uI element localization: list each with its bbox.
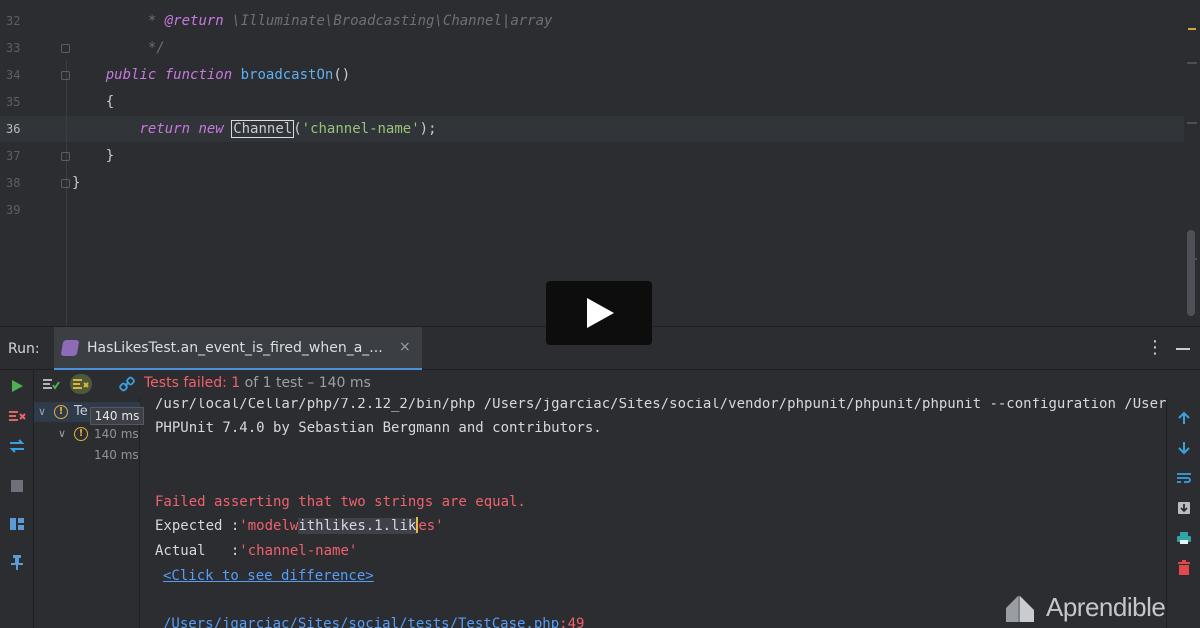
editor-scrollbar[interactable] xyxy=(1187,230,1195,316)
test-status-row: Tests failed: 1 of 1 test – 140 ms xyxy=(34,370,1166,398)
fold-marker-icon[interactable] xyxy=(61,152,70,161)
run-left-toolbar xyxy=(0,370,34,628)
line-number: 38 xyxy=(6,176,21,190)
chevron-down-icon[interactable]: ∨ xyxy=(38,405,46,418)
play-icon[interactable] xyxy=(7,376,27,396)
highlighted-class-name[interactable]: Channel xyxy=(231,120,295,138)
warning-marker[interactable] xyxy=(1188,28,1196,30)
run-tab-label: HasLikesTest.an_event_is_fired_when_a_..… xyxy=(87,340,383,356)
tree-item-leaf[interactable]: 140 ms xyxy=(34,445,140,465)
chevron-down-icon[interactable]: ∨ xyxy=(58,427,66,440)
code-line-36[interactable]: return new Channel('channel-name'); xyxy=(72,116,437,142)
console-failure-message: Failed asserting that two strings are eq… xyxy=(155,494,526,510)
line-number: 33 xyxy=(6,41,21,55)
tree-item-label: Te xyxy=(74,404,88,419)
stack-trace-link[interactable]: /Users/jgarciac/Sites/social/tests/TestC… xyxy=(163,614,584,628)
tree-item-root[interactable]: ∨ ! Te 140 ms xyxy=(34,402,144,425)
tree-item-duration: 140 ms xyxy=(94,448,139,462)
console-expected-line: Expected :'modelwithlikes.1.lik es' xyxy=(155,517,444,534)
phpunit-icon xyxy=(60,340,80,356)
fold-marker-icon[interactable] xyxy=(61,179,70,188)
video-play-button[interactable] xyxy=(546,281,652,345)
code-line-37[interactable]: } xyxy=(72,143,114,169)
console-actual-line: Actual :'channel-name' xyxy=(155,543,358,559)
code-editor[interactable]: 32 33 34 35 36 37 38 39 * @return \Illum… xyxy=(0,0,1200,326)
console-command-line: /usr/local/Cellar/php/7.2.12_2/bin/php /… xyxy=(155,398,1166,412)
diff-link[interactable]: <Click to see difference> xyxy=(163,566,374,586)
warning-icon: ! xyxy=(54,405,68,419)
fold-marker-icon[interactable] xyxy=(61,44,70,53)
pin-icon[interactable] xyxy=(7,552,27,572)
code-line-34[interactable]: public function broadcastOn() xyxy=(72,62,350,88)
watermark-text: Aprendible xyxy=(1046,592,1166,622)
arrow-up-icon[interactable] xyxy=(1174,408,1194,428)
marker[interactable] xyxy=(1187,122,1197,124)
aprendible-watermark: Aprendible xyxy=(1004,588,1194,628)
tree-item-child[interactable]: ∨ ! 140 ms xyxy=(34,424,140,444)
stop-icon[interactable] xyxy=(7,476,27,496)
code-line-38[interactable]: } xyxy=(72,170,80,196)
console-phpunit-version: PHPUnit 7.4.0 by Sebastian Bergmann and … xyxy=(155,420,602,436)
line-number: 32 xyxy=(6,14,21,28)
print-icon[interactable] xyxy=(1174,528,1194,548)
scroll-to-end-icon[interactable] xyxy=(1174,498,1194,518)
layout-icon[interactable] xyxy=(7,514,27,534)
rerun-failed-icon[interactable] xyxy=(7,406,27,426)
code-line-32[interactable]: * @return \Illuminate\Broadcasting\Chann… xyxy=(72,8,553,34)
line-number-gutter: 32 33 34 35 36 37 38 39 xyxy=(0,0,60,326)
fold-marker-icon[interactable] xyxy=(61,71,70,80)
line-number: 34 xyxy=(6,68,21,82)
soft-wrap-icon[interactable] xyxy=(1174,468,1194,488)
line-number-active: 36 xyxy=(6,122,21,136)
trash-icon[interactable] xyxy=(1174,558,1194,578)
code-line-33[interactable]: */ xyxy=(72,35,165,61)
test-tree: ∨ ! Te 140 ms ∨ ! 140 ms 140 ms xyxy=(34,398,144,628)
marker[interactable] xyxy=(1187,62,1197,64)
aprendible-logo-icon xyxy=(1006,596,1034,622)
line-number: 37 xyxy=(6,149,21,163)
link-icon[interactable] xyxy=(116,374,138,394)
code-line-35[interactable]: { xyxy=(72,89,114,115)
show-ignored-icon[interactable] xyxy=(70,374,92,394)
close-icon[interactable]: × xyxy=(399,339,411,355)
fold-guide xyxy=(66,60,67,326)
show-passed-icon[interactable] xyxy=(40,374,62,394)
duration-tooltip: 140 ms xyxy=(90,407,144,425)
arrow-down-icon[interactable] xyxy=(1174,438,1194,458)
play-icon xyxy=(587,298,614,328)
test-status-text: Tests failed: 1 of 1 test – 140 ms xyxy=(144,375,371,391)
minimize-icon[interactable] xyxy=(1176,348,1190,350)
run-tab[interactable]: HasLikesTest.an_event_is_fired_when_a_..… xyxy=(54,327,422,370)
more-options-icon[interactable]: ⋮ xyxy=(1146,337,1164,358)
run-label: Run: xyxy=(8,341,40,357)
toggle-auto-test-icon[interactable] xyxy=(7,436,27,456)
line-number: 39 xyxy=(6,203,21,217)
warning-icon: ! xyxy=(74,427,88,441)
line-number: 35 xyxy=(6,95,21,109)
tree-item-duration: 140 ms xyxy=(94,427,139,441)
